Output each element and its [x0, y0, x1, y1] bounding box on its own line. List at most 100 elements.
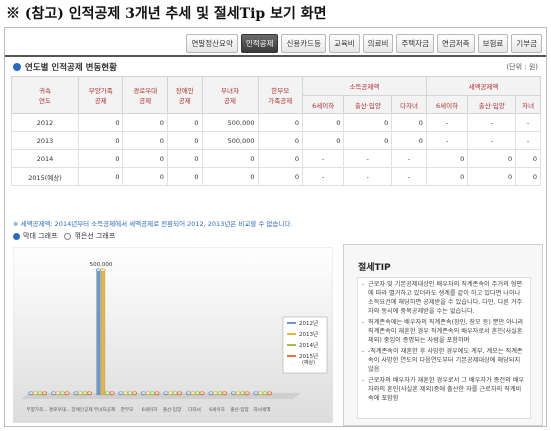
tip-title: 절세TIP	[358, 263, 391, 273]
tip-item: 직계존속에는 배우자의 직계존속(장인, 장모 등) 뿐만 아니라 직계존속이 …	[358, 316, 530, 345]
table-cell: -	[301, 149, 345, 168]
tick-label: 자녀세액	[254, 406, 271, 413]
tax-tip-panel: 절세TIP 근로자 및 기본공제대상인 배우자의 직계존속이 주거의 형편에 따…	[343, 244, 543, 426]
legend-label: 2013년	[299, 330, 318, 338]
table-cell: 0	[78, 167, 124, 186]
col-group-tax: 세액공제액	[425, 76, 542, 96]
table-cell: 0	[301, 131, 345, 150]
page-title: ※ (참고) 인적공제 3개년 추세 및 절세Tip 보기 화면	[6, 6, 327, 22]
table-cell: -	[391, 167, 427, 186]
bar-cap	[77, 391, 84, 395]
table-cell: 0	[201, 167, 259, 186]
tab-personal-deduction[interactable]: 인적공제	[240, 34, 279, 53]
bar-cap	[190, 391, 196, 395]
tip-item: 근로자의 배우자가 재혼한 경우로서 그 배우자가 종전의 배우자와의 혼인(사…	[358, 374, 530, 403]
table-cell: -	[467, 131, 517, 150]
line-chart-radio[interactable]	[64, 232, 72, 240]
deduction-table: 귀속 연도 부양가족 공제 경로우대 공제 장애인 공제 부녀자 공제 한부모 …	[10, 76, 542, 186]
bar-cap	[59, 391, 66, 395]
tab-medical[interactable]: 의료비	[362, 34, 394, 53]
tab-credit-card[interactable]: 신용카드등	[281, 34, 326, 53]
row-year: 2015(예상)	[10, 167, 80, 186]
tick-label: 출산·입양	[163, 406, 182, 413]
row-year: 2014	[10, 149, 80, 168]
row-year: 2013	[10, 131, 80, 150]
section-heading: 연도별 인적공제 변동현황	[13, 61, 117, 73]
legend-label: 2014년	[299, 341, 318, 349]
bar-chart-label: 막대 그래프	[23, 232, 58, 240]
tab-insurance[interactable]: 보험료	[477, 34, 509, 53]
bar-cap	[50, 391, 57, 395]
tab-housing[interactable]: 주택자금	[396, 34, 434, 53]
bar-cap	[100, 268, 106, 272]
bar-cap	[37, 391, 43, 395]
bar-cap	[127, 391, 133, 395]
table-cell: -	[343, 149, 393, 168]
footnote: ※ 세액공제액: 2014년부터 소득공제에서 세액공제로 전환되어 2012,…	[13, 220, 293, 228]
table-cell: 0	[391, 113, 427, 132]
unit-label: (단위 : 원)	[506, 63, 538, 71]
tab-bar: 연말정산요약 인적공제 신용카드등 교육비 의료비 주택자금 연금저축 보험료 …	[186, 34, 542, 53]
tip-item: 근로자 및 기본공제대상인 배우자의 직계존속이 주거의 형편에 따라 별거하고…	[358, 278, 530, 316]
table-cell: 500,000	[201, 131, 259, 150]
tab-summary[interactable]: 연말정산요약	[186, 34, 238, 53]
bar-cap	[244, 391, 250, 395]
bar-cap	[230, 391, 237, 395]
legend-label: 2012년	[299, 319, 318, 327]
tab-education[interactable]: 교육비	[328, 34, 360, 53]
table-row: 2012 0 0 0 500,000 0 0 0 0- - -	[10, 113, 541, 132]
tick-label: 장애인공제	[71, 406, 92, 413]
bar-cap	[86, 391, 93, 395]
table-cell: 0	[467, 149, 517, 168]
bar-cap	[176, 391, 183, 395]
bar-cap	[140, 391, 147, 395]
tick-label: 경로우대...	[49, 406, 70, 413]
table-cell: 0	[391, 131, 427, 150]
table-cell: 0	[343, 131, 393, 150]
table-cell: -	[343, 167, 393, 186]
table-cell: 0	[166, 113, 203, 132]
tip-item: -직계존속이 재혼한 후 사망한 경우에도 계부, 계모는 직계존속이 사망한 …	[358, 345, 530, 374]
table-cell: -	[515, 113, 541, 132]
col-header-year: 귀속 연도	[10, 76, 80, 114]
bar-cap	[73, 391, 79, 395]
bar-cap	[172, 391, 178, 395]
col-header-tax-birth: 출산·입양	[467, 95, 517, 114]
col-header-tax-under6: 6세이하	[425, 95, 469, 114]
table-cell: 0	[201, 149, 259, 168]
tab-pension[interactable]: 연금저축	[436, 34, 475, 53]
col-header-income-under6: 6세이하	[301, 95, 345, 114]
bar-cap	[199, 391, 205, 395]
bar-cap	[28, 391, 34, 395]
main-panel: 연말정산요약 인적공제 신용카드등 교육비 의료비 주택자금 연금저축 보험료 …	[4, 27, 547, 427]
tick-label: 부녀자공제	[94, 406, 115, 413]
table-cell: 0	[166, 131, 203, 150]
table-cell: 0	[122, 149, 168, 168]
bar-cap	[41, 391, 48, 395]
tick-label: 6세이하	[209, 406, 225, 413]
table-row: 2014 0 0 0 0 0- - -0 0 0	[10, 149, 541, 168]
bar-cap	[109, 391, 115, 395]
deduction-bar-chart: 500,000 2012년 2013년 2014년 2015년(예상) 부양가족...…	[13, 247, 333, 423]
bar-cap	[95, 268, 102, 272]
bar	[100, 269, 106, 396]
table-cell: 0	[122, 113, 168, 132]
tick-label: 한부모	[121, 407, 134, 413]
tick-label: 부양가족...	[26, 406, 47, 413]
chart-type-selector: 막대 그래프 꺾은선 그래프	[13, 231, 115, 241]
tip-content: 근로자 및 기본공제대상인 배우자의 직계존속이 주거의 형편에 따라 별거하고…	[357, 277, 531, 419]
bar-cap	[235, 391, 241, 395]
table-cell: 0	[515, 149, 541, 168]
bar-chart-radio[interactable]	[13, 232, 20, 240]
bar-cap	[154, 391, 160, 395]
table-row: 2013 0 0 0 500,000 0 0 0 0- - -	[10, 131, 541, 150]
table-cell: 0	[301, 113, 345, 132]
section-title: 연도별 인적공제 변동현황	[25, 63, 117, 73]
table-cell: -	[391, 149, 427, 168]
table-cell: 0	[467, 167, 517, 186]
table-cell: -	[425, 131, 469, 150]
table-cell: 500,000	[201, 113, 259, 132]
table-cell: 0	[78, 131, 124, 150]
bar-cap	[257, 391, 264, 395]
tab-donation[interactable]: 기부금	[511, 34, 542, 53]
